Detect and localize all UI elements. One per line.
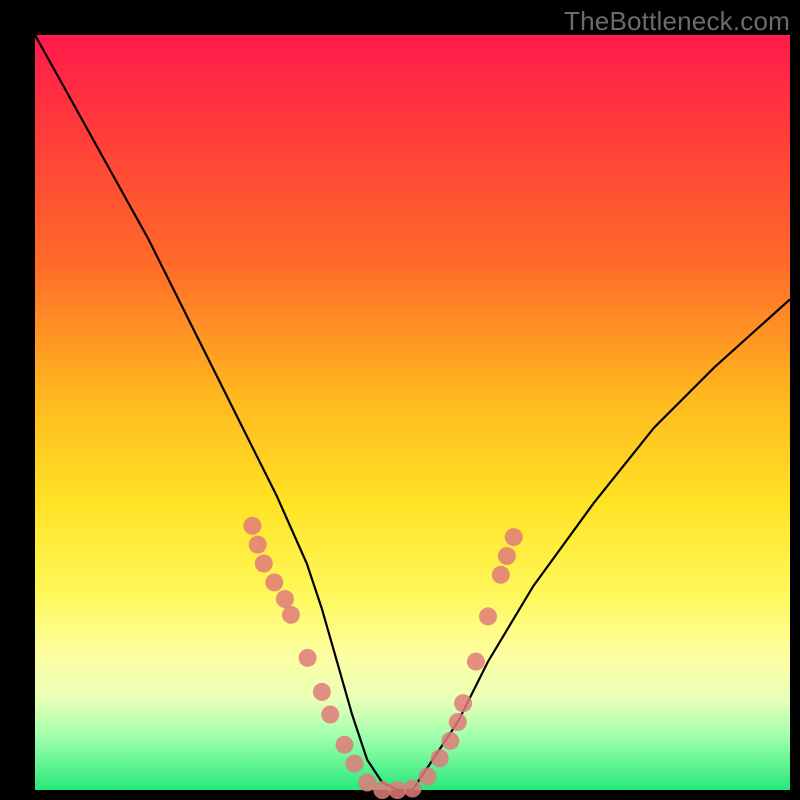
sample-point <box>449 713 467 731</box>
sample-point <box>454 694 472 712</box>
sample-point <box>313 683 331 701</box>
sample-point <box>492 566 510 584</box>
sample-point <box>505 528 523 546</box>
sample-point <box>282 606 300 624</box>
sample-point <box>265 573 283 591</box>
sample-point <box>431 749 449 767</box>
sample-point <box>249 536 267 554</box>
bottleneck-curve-svg <box>35 35 790 790</box>
plot-area <box>35 35 790 790</box>
sample-point <box>498 547 516 565</box>
sample-point <box>276 590 294 608</box>
sample-point <box>419 767 437 785</box>
sample-point <box>243 517 261 535</box>
sample-point <box>479 607 497 625</box>
sample-point <box>336 736 354 754</box>
sample-point <box>404 780 422 798</box>
sample-point <box>467 653 485 671</box>
sample-point <box>255 555 273 573</box>
sample-point <box>345 755 363 773</box>
sample-point <box>299 649 317 667</box>
watermark-text: TheBottleneck.com <box>564 6 790 37</box>
sample-point <box>441 732 459 750</box>
sample-point <box>321 706 339 724</box>
sample-points <box>243 517 522 799</box>
chart-frame: TheBottleneck.com <box>0 0 800 800</box>
bottleneck-curve <box>35 35 790 790</box>
